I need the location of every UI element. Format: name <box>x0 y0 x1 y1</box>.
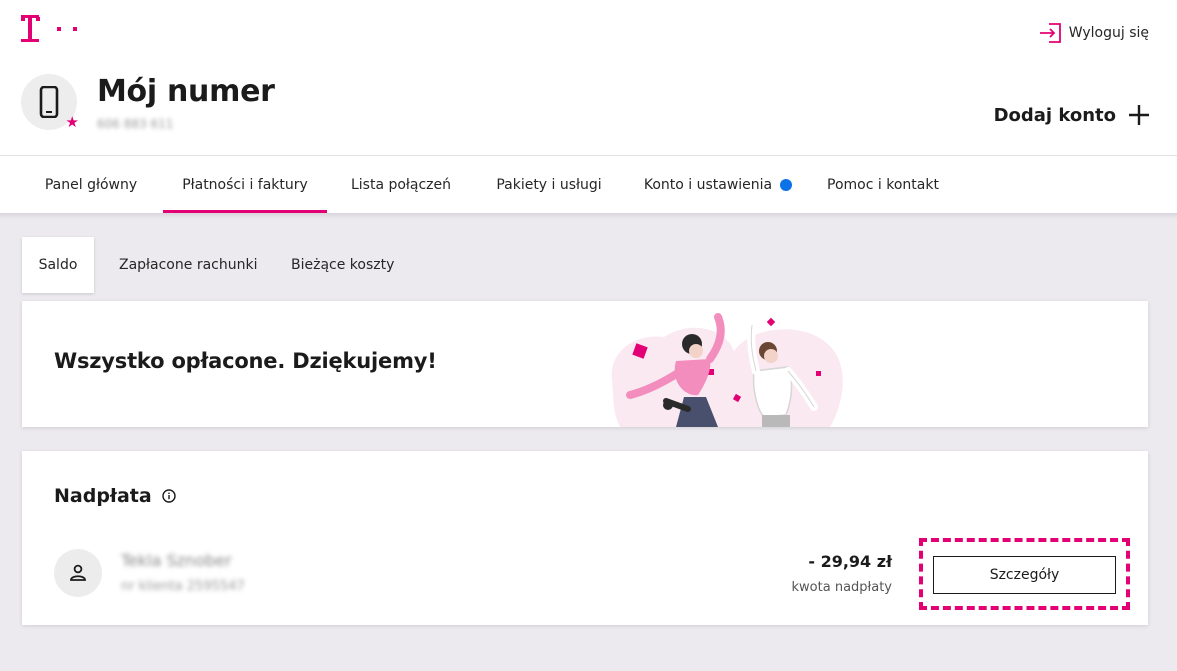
info-icon[interactable] <box>162 489 176 503</box>
number-avatar: ★ <box>21 74 79 131</box>
nav-item-payments[interactable]: Płatności i faktury <box>163 156 327 213</box>
tab-label: Saldo <box>38 257 78 273</box>
person-icon <box>70 564 86 581</box>
customer-name: Tekla Sznober <box>121 551 232 570</box>
nav-item-help[interactable]: Pomoc i kontakt <box>816 156 950 213</box>
overpayment-title: Nadpłata <box>54 485 176 507</box>
nav-item-label: Pakiety i usługi <box>496 176 602 193</box>
telekom-logo[interactable] <box>21 15 81 45</box>
overpayment-amount-label: kwota nadpłaty <box>791 580 892 595</box>
phone-icon <box>39 86 59 118</box>
nav-shadow <box>0 213 1177 219</box>
paid-message: Wszystko opłacone. Dziękujemy! <box>54 349 437 373</box>
tab-label: Bieżące koszty <box>291 257 395 273</box>
star-icon: ★ <box>65 113 79 131</box>
nav-item-packages[interactable]: Pakiety i usługi <box>484 156 614 213</box>
nav-item-label: Panel główny <box>44 176 138 193</box>
customer-avatar <box>54 549 102 597</box>
nav-item-label: Pomoc i kontakt <box>827 176 939 193</box>
notification-badge <box>780 178 793 191</box>
header: Wyloguj się ★ Mój numer 606 883 611 Doda… <box>0 0 1177 213</box>
logout-icon <box>1039 23 1061 43</box>
plus-icon <box>1129 105 1149 125</box>
tab-paid-bills[interactable]: Zapłacone rachunki <box>119 237 257 293</box>
celebration-illustration <box>611 313 843 427</box>
overpayment-title-text: Nadpłata <box>54 485 152 507</box>
details-button-label: Szczegóły <box>989 567 1060 583</box>
customer-id: nr klienta 2595547 <box>121 579 245 594</box>
overpayment-amount: - 29,94 zł <box>808 552 892 571</box>
status-card: Wszystko opłacone. Dziękujemy! <box>22 301 1148 427</box>
overpayment-card: Nadpłata Tekla Sznober nr klienta 259554… <box>22 451 1148 625</box>
logout-link[interactable]: Wyloguj się <box>1039 23 1149 43</box>
logout-label: Wyloguj się <box>1068 25 1149 41</box>
tab-label: Zapłacone rachunki <box>119 257 258 273</box>
page-title: Mój numer <box>97 74 275 109</box>
nav-item-label: Płatności i faktury <box>182 176 308 193</box>
phone-number: 606 883 611 <box>97 117 174 131</box>
nav-item-account[interactable]: Konto i ustawienia <box>640 156 796 213</box>
tab-saldo[interactable]: Saldo <box>22 237 94 293</box>
main-nav: Panel główny Płatności i faktury Lista p… <box>0 156 1177 213</box>
nav-item-label: Lista połączeń <box>350 176 452 193</box>
add-account-button[interactable]: Dodaj konto <box>994 104 1150 126</box>
details-button[interactable]: Szczegóły <box>933 556 1116 594</box>
nav-item-calls[interactable]: Lista połączeń <box>338 156 464 213</box>
tab-current-costs[interactable]: Bieżące koszty <box>291 237 394 293</box>
nav-item-panel[interactable]: Panel główny <box>26 156 156 213</box>
nav-item-label: Konto i ustawienia <box>643 176 773 193</box>
add-account-label: Dodaj konto <box>993 104 1116 126</box>
